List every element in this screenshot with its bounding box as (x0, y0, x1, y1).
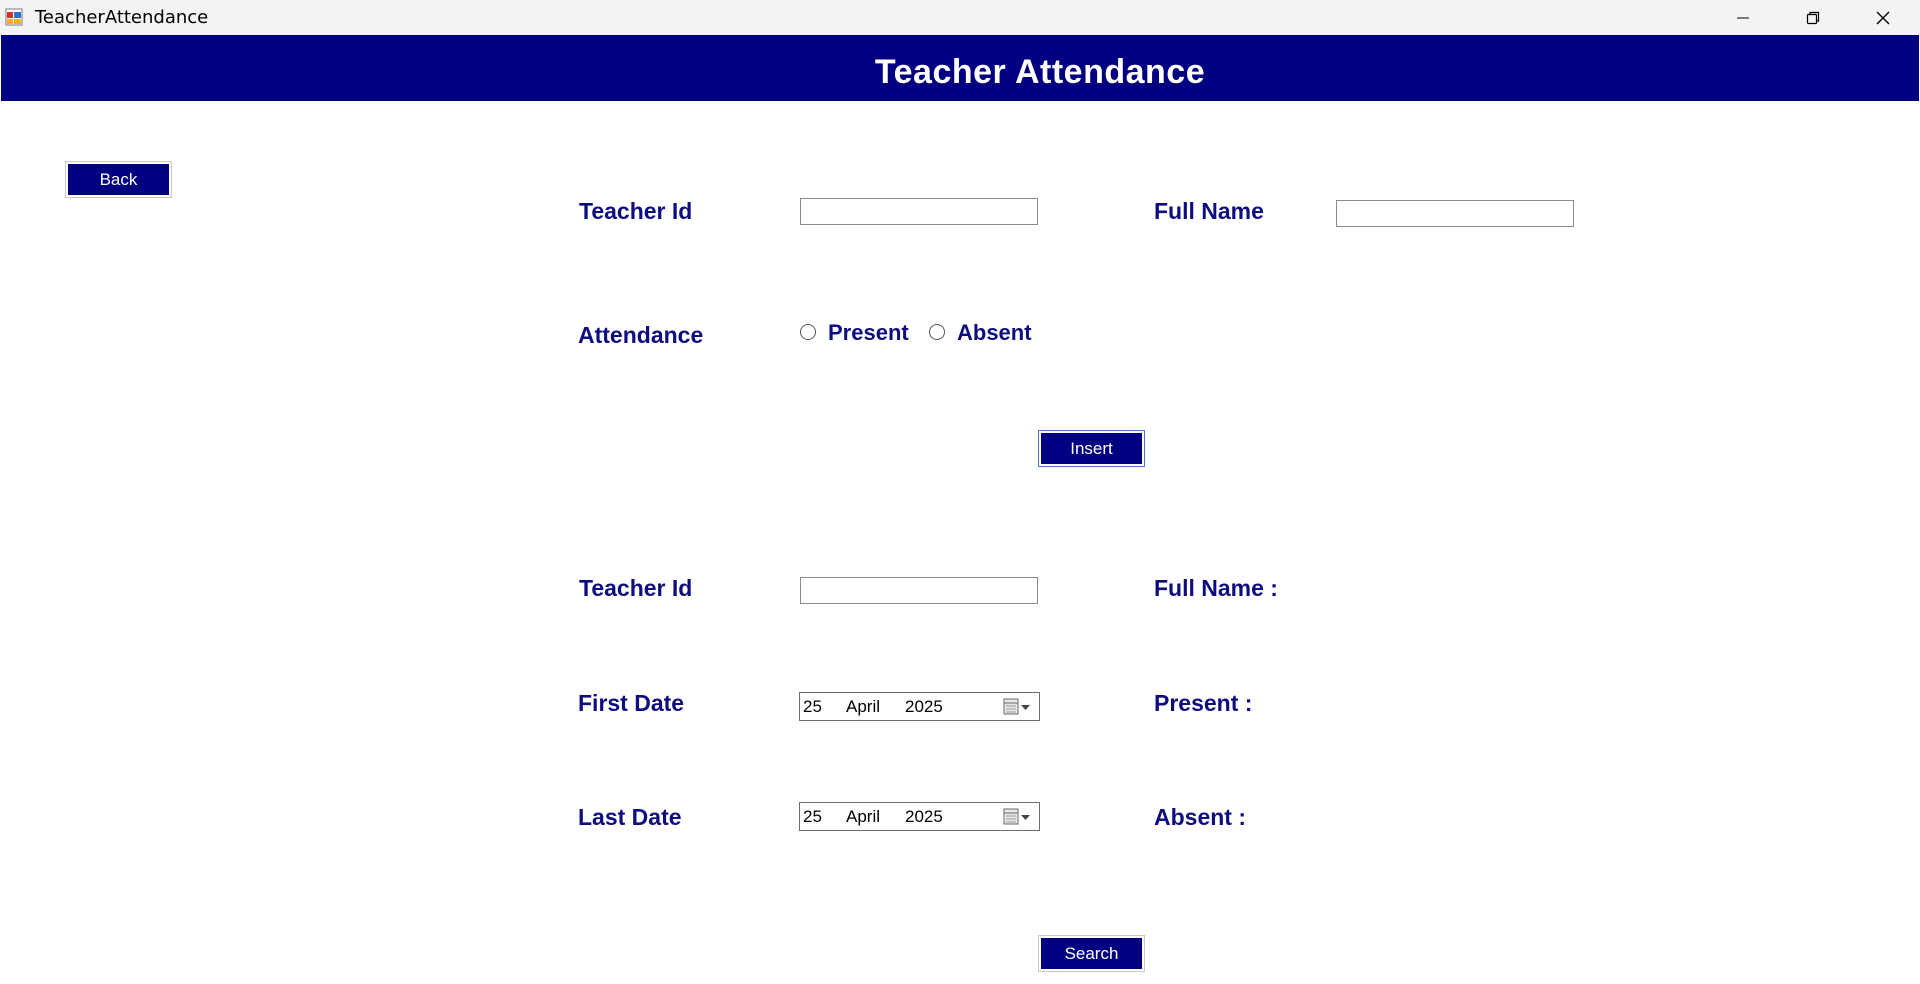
minimize-icon (1737, 17, 1749, 18)
teacher-id-input[interactable] (801, 199, 1037, 224)
insert-button[interactable]: Insert (1041, 433, 1142, 464)
search-button[interactable]: Search (1041, 938, 1142, 969)
attendance-label: Attendance (578, 322, 704, 348)
present-radio-label[interactable]: Present (828, 320, 909, 346)
present-radio[interactable] (800, 324, 816, 340)
last-date-day[interactable]: 25 (803, 807, 822, 827)
first-date-label: First Date (578, 690, 685, 716)
full-name-label: Full Name (1154, 198, 1264, 224)
window-titlebar: TeacherAttendance (0, 0, 1920, 35)
last-date-picker[interactable]: 25 April 2025 (799, 802, 1040, 831)
full-name-input-box[interactable] (1336, 200, 1574, 227)
search-teacher-id-label: Teacher Id (579, 575, 693, 601)
absent-radio[interactable] (929, 324, 945, 340)
window-title: TeacherAttendance (35, 7, 209, 28)
result-full-name-label: Full Name : (1154, 575, 1278, 601)
first-date-day[interactable]: 25 (803, 697, 822, 717)
last-date-year[interactable]: 2025 (905, 807, 943, 827)
teacher-id-input-box[interactable] (800, 198, 1038, 225)
app-icon (5, 8, 23, 26)
last-date-label: Last Date (578, 804, 682, 830)
search-teacher-id-input[interactable] (801, 578, 1037, 603)
header-band: Teacher Attendance (1, 35, 1919, 101)
close-icon (1876, 11, 1890, 24)
restore-button[interactable] (1778, 0, 1848, 35)
first-date-picker[interactable]: 25 April 2025 (799, 692, 1040, 721)
page-title: Teacher Attendance (874, 53, 1206, 91)
first-date-month[interactable]: April (846, 697, 880, 717)
close-button[interactable] (1848, 0, 1918, 35)
search-teacher-id-input-box[interactable] (800, 577, 1038, 604)
full-name-input[interactable] (1337, 201, 1573, 226)
restore-icon (1806, 11, 1820, 24)
minimize-button[interactable] (1708, 0, 1778, 35)
back-button[interactable]: Back (68, 164, 169, 195)
result-present-label: Present : (1154, 690, 1253, 716)
last-date-month[interactable]: April (846, 807, 880, 827)
first-date-year[interactable]: 2025 (905, 697, 943, 717)
absent-radio-label[interactable]: Absent (957, 320, 1032, 346)
teacher-id-label: Teacher Id (579, 198, 693, 224)
calendar-dropdown-icon[interactable] (1000, 806, 1036, 828)
calendar-dropdown-icon[interactable] (1000, 696, 1036, 718)
result-absent-label: Absent : (1154, 804, 1246, 830)
